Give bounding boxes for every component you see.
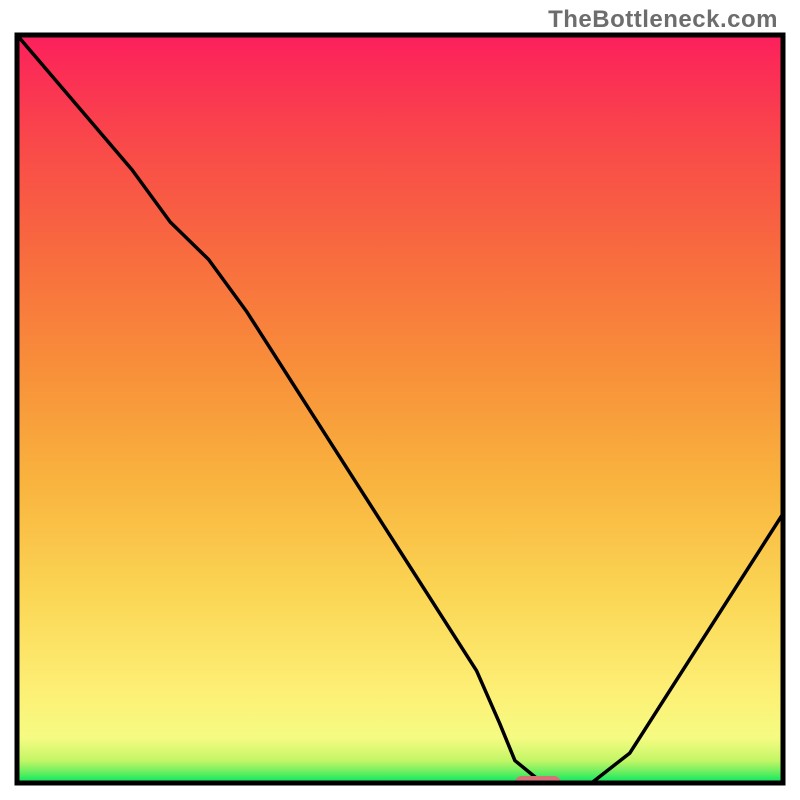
chart-container: TheBottleneck.com	[0, 0, 800, 800]
bottleneck-chart	[0, 0, 800, 800]
chart-background-gradient	[17, 35, 783, 783]
watermark-label: TheBottleneck.com	[548, 6, 778, 34]
